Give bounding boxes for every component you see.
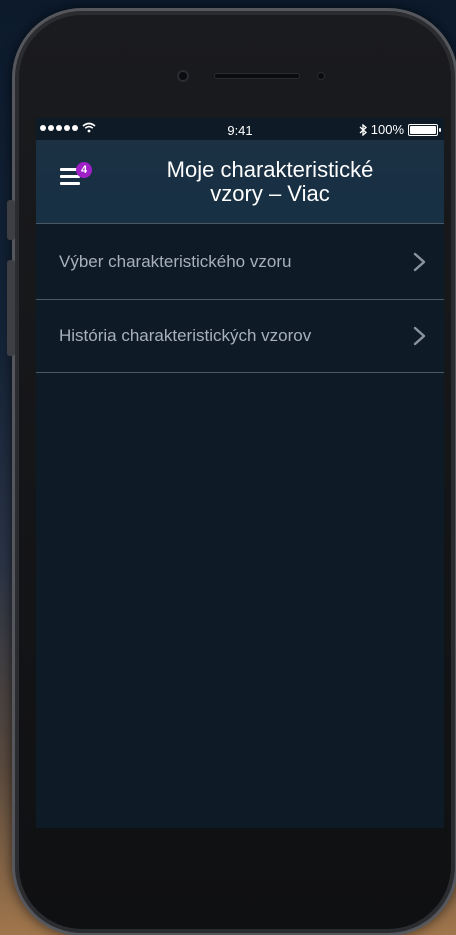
volume-button: [7, 260, 15, 356]
status-bar: 9:41 100%: [36, 118, 444, 140]
list-item-pattern-selection[interactable]: Výber charakteristického vzoru: [36, 223, 444, 299]
page-title-line1: Moje charakteristické: [166, 157, 374, 182]
navigation-bar: 4 Moje charakteristické vzory – Viac: [36, 140, 444, 223]
menu-list: Výber charakteristického vzoru História …: [36, 223, 444, 373]
front-camera: [177, 70, 189, 82]
page-title-line2: vzory – Viac: [210, 181, 330, 206]
earpiece-speaker: [214, 73, 300, 79]
list-item-pattern-history[interactable]: História charakteristických vzorov: [36, 299, 444, 373]
app-screen: 9:41 100% 4 Moje charakteristické vzory …: [36, 118, 444, 828]
bluetooth-icon: [359, 123, 367, 136]
list-item-label: História charakteristických vzorov: [59, 326, 312, 345]
list-item-label: Výber charakteristického vzoru: [59, 251, 292, 271]
battery-percent: 100%: [370, 122, 404, 137]
page-title: Moje charakteristické vzory – Viac: [106, 158, 434, 206]
proximity-sensor: [317, 72, 325, 80]
battery-status: 100%: [359, 122, 441, 137]
chevron-right-icon: [413, 326, 426, 346]
battery-icon: [408, 123, 441, 136]
menu-button[interactable]: 4: [60, 162, 100, 204]
mute-switch: [7, 200, 15, 240]
chevron-right-icon: [413, 252, 426, 271]
notification-badge: 4: [76, 162, 92, 178]
